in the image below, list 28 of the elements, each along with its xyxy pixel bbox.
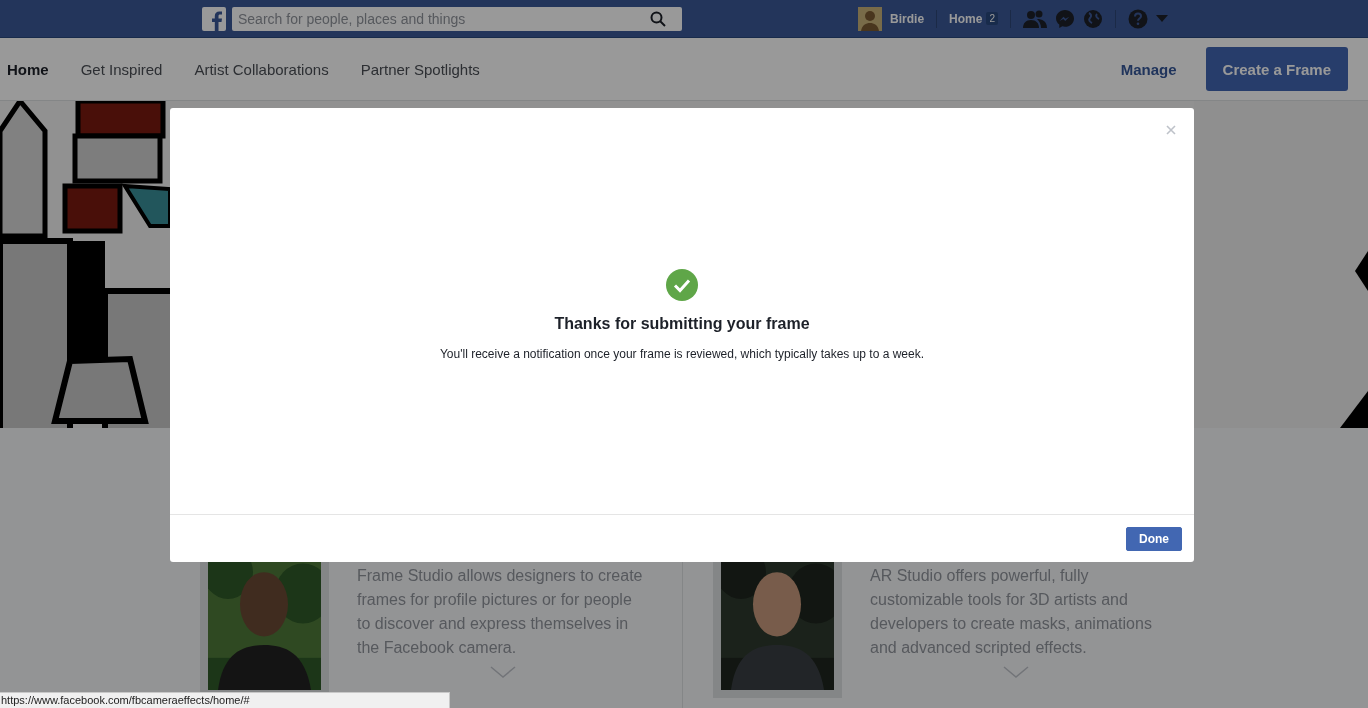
profile-name[interactable]: Birdie <box>890 11 925 26</box>
friends-icon[interactable] <box>1023 8 1047 29</box>
nav-tab[interactable]: Home <box>7 60 49 78</box>
globe-icon[interactable] <box>1083 8 1103 29</box>
search-field[interactable]: Search for people, places and things <box>232 6 682 31</box>
search-icon[interactable] <box>650 10 666 27</box>
help-icon[interactable] <box>1128 8 1148 29</box>
notification-count: 2 <box>986 12 998 25</box>
caret-icon[interactable] <box>1156 14 1168 23</box>
checkmark-icon <box>666 269 698 301</box>
card-description: Frame Studio allows designers to create frames for profile pictures or for people to discover and express themselves in the Facebook camera. <box>357 566 644 658</box>
status-bar-url: https://www.facebook.com/fbcameraeffects/home/# <box>0 692 450 708</box>
create-frame-button[interactable]: Create a Frame <box>1205 47 1348 91</box>
done-button[interactable]: Done <box>1126 526 1182 551</box>
manage-link[interactable]: Manage <box>1120 60 1177 78</box>
facebook-logo[interactable] <box>202 6 226 31</box>
dialog-title: Thanks for submitting your frame <box>554 315 810 333</box>
close-icon[interactable] <box>1166 125 1176 135</box>
messenger-icon[interactable] <box>1055 8 1075 29</box>
dialog-message: You'll receive a notification once your frame is reviewed, which typically takes up to a week. <box>439 347 925 361</box>
nav-tab[interactable]: Partner Spotlights <box>360 60 480 78</box>
nav-tab[interactable]: Get Inspired <box>80 60 163 78</box>
chevron-down-icon[interactable] <box>490 666 516 678</box>
home-link[interactable]: Home <box>949 11 983 26</box>
avatar-icon[interactable] <box>858 6 883 31</box>
nav-tab[interactable]: Artist Collaborations <box>194 60 329 78</box>
chevron-down-icon[interactable] <box>1003 666 1029 678</box>
card-description: AR Studio offers powerful, fully customizable tools for 3D artists and developers to create masks, animations and advanced scripted effects. <box>870 566 1153 658</box>
